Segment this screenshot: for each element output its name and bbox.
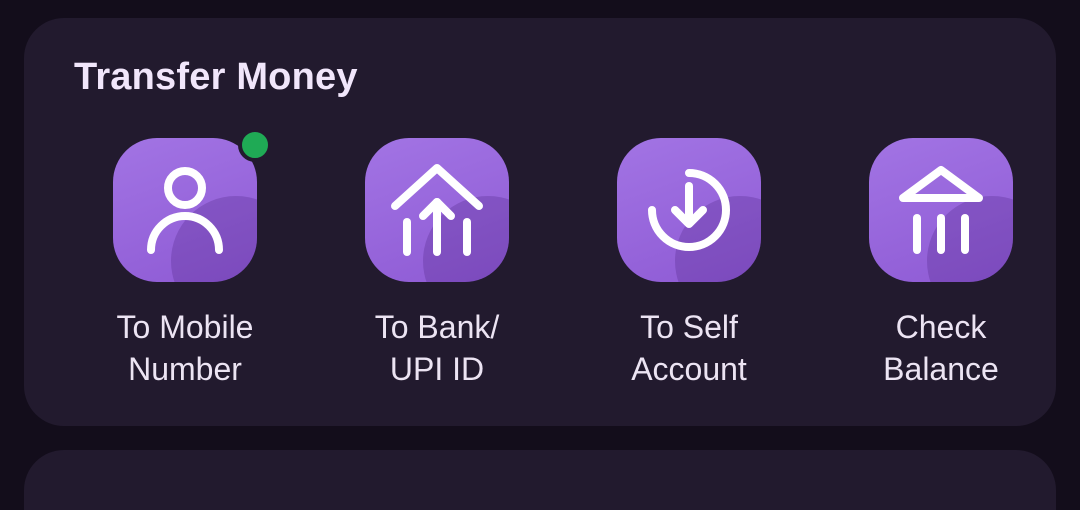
bank-transfer-icon <box>391 164 483 256</box>
section-title: Transfer Money <box>74 56 358 98</box>
to-mobile-number-button[interactable]: To Mobile Number <box>70 128 300 408</box>
to-self-account-tile[interactable] <box>617 138 761 282</box>
to-self-account-label: To Self Account <box>631 309 747 387</box>
check-balance-button[interactable]: Check Balance <box>826 138 1056 408</box>
check-balance-label: Check Balance <box>883 309 999 387</box>
transfer-money-card: Transfer Money To Mobile Number To Bank/… <box>24 18 1056 426</box>
next-card-edge <box>24 450 1056 510</box>
to-bank-upi-label: To Bank/ UPI ID <box>374 309 500 387</box>
bank-balance-icon <box>899 166 983 254</box>
person-icon <box>147 167 223 254</box>
check-balance-tile[interactable] <box>869 138 1013 282</box>
to-bank-upi-button[interactable]: To Bank/ UPI ID <box>322 138 552 408</box>
transfer-actions: To Mobile Number To Bank/ UPI ID To Self… <box>24 128 1056 408</box>
new-indicator-dot <box>238 128 272 162</box>
to-mobile-number-tile[interactable] <box>113 138 257 282</box>
to-bank-upi-tile[interactable] <box>365 138 509 282</box>
to-self-account-button[interactable]: To Self Account <box>574 138 804 408</box>
self-transfer-icon <box>648 169 730 251</box>
to-mobile-number-label: To Mobile Number <box>116 309 254 387</box>
